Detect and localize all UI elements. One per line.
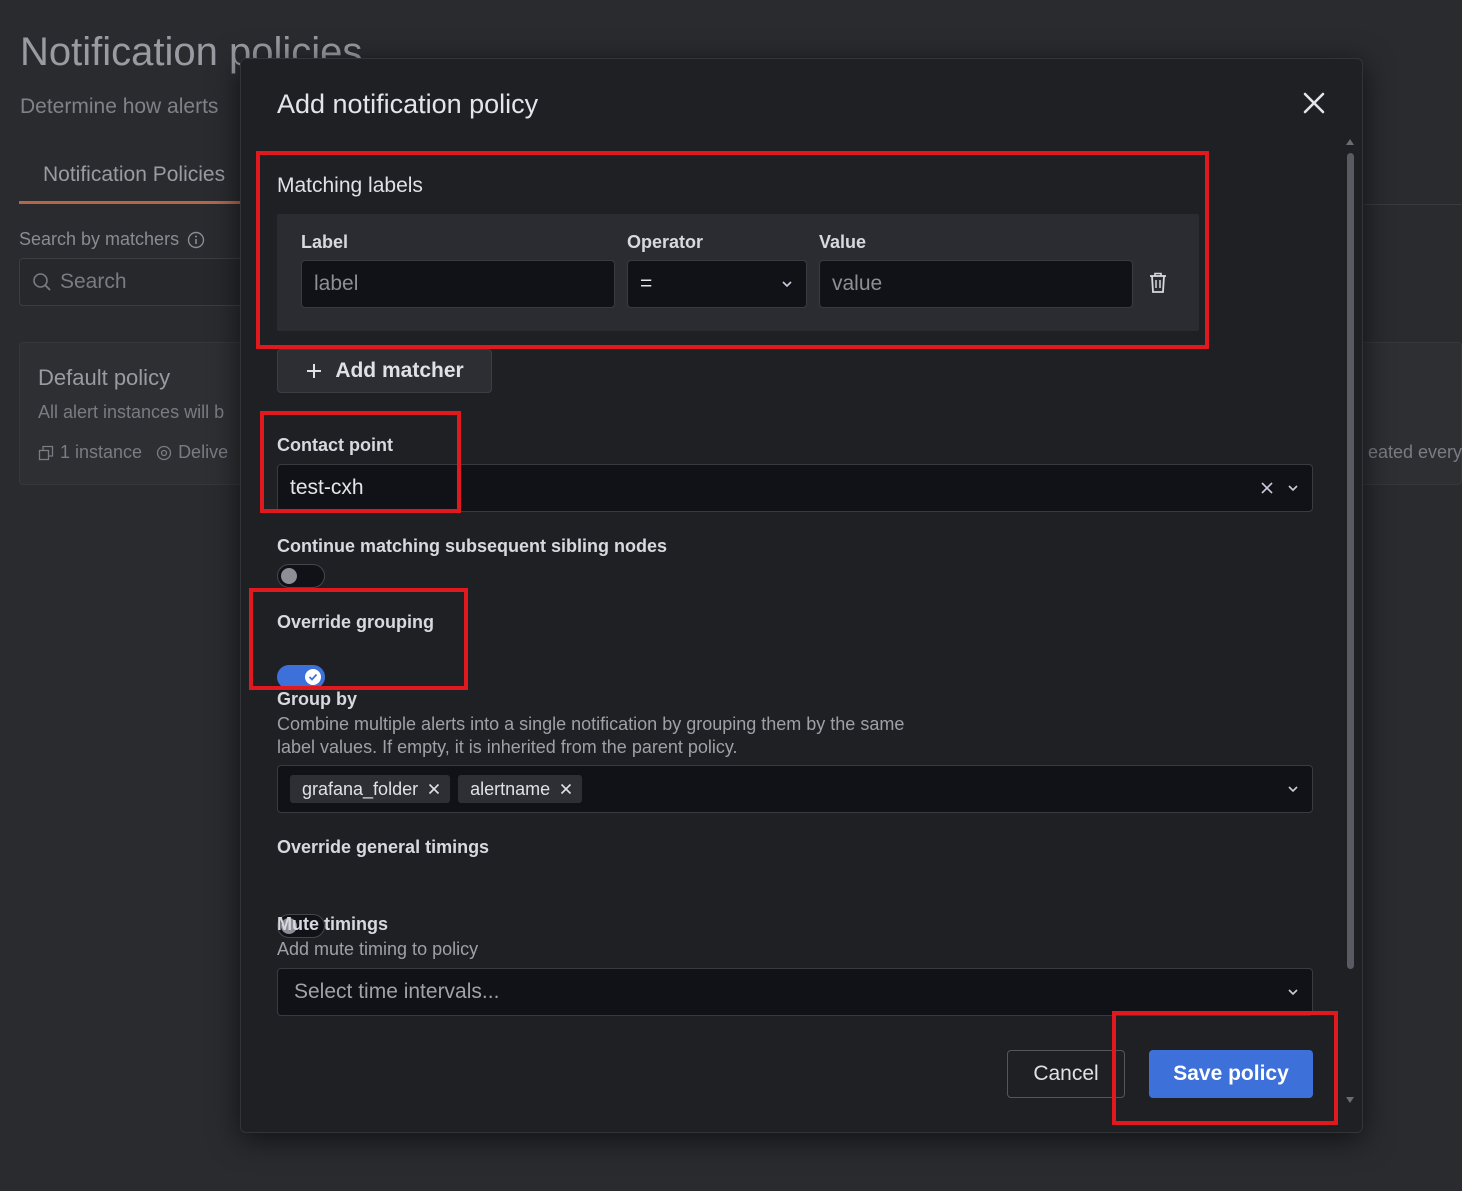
group-by-tag: alertname: [458, 775, 583, 803]
default-policy-meta: 1 instance Delive: [38, 442, 228, 463]
mute-timings-label: Mute timings: [277, 914, 388, 934]
override-grouping-label: Override grouping: [277, 612, 435, 632]
group-by-description-1: Combine multiple alerts into a single no…: [277, 714, 905, 734]
chevron-down-icon: [1288, 485, 1298, 492]
value-column-header: Value: [819, 232, 867, 252]
matching-labels-title: Matching labels: [277, 174, 423, 197]
group-by-label: Group by: [277, 689, 357, 709]
tab-notification-policies[interactable]: Notification Policies: [19, 160, 244, 204]
group-by-tags: grafana_folder alertname: [290, 775, 590, 803]
chevron-down-icon: [1288, 786, 1298, 793]
add-notification-policy-modal: Add notification policy Matching labels …: [240, 58, 1363, 1133]
chevron-down-icon: [1288, 989, 1298, 996]
matcher-value-placeholder: value: [832, 272, 883, 295]
group-by-description-2: label values. If empty, it is inherited …: [277, 737, 738, 757]
group-by-select[interactable]: grafana_folder alertname: [277, 765, 1313, 813]
default-policy-description: All alert instances will b: [38, 402, 225, 422]
matcher-label-placeholder: label: [314, 272, 359, 295]
trash-icon: [1150, 272, 1166, 293]
check-icon: [308, 673, 318, 681]
search-placeholder: Search: [60, 270, 127, 293]
clear-icon[interactable]: [1260, 481, 1274, 495]
default-policy-title: Default policy: [38, 365, 171, 390]
toggle-knob: [305, 669, 321, 685]
operator-column-header: Operator: [627, 232, 704, 252]
toggle-knob: [281, 568, 297, 584]
add-matcher-button[interactable]: Add matcher: [277, 349, 492, 393]
remove-tag-icon[interactable]: [428, 783, 440, 795]
instance-count: 1 instance: [60, 442, 143, 462]
page: Notification policies Determine how aler…: [0, 0, 1462, 1191]
scrollbar-thumb[interactable]: [1347, 153, 1354, 969]
close-button[interactable]: [1300, 89, 1328, 117]
override-timings-label: Override general timings: [277, 837, 490, 857]
remove-tag-icon[interactable]: [560, 783, 572, 795]
close-icon: [1303, 92, 1325, 114]
search-input[interactable]: Search: [19, 258, 259, 306]
label-column-header: Label: [301, 232, 349, 252]
repeat-interval-text: eated every: [1367, 442, 1462, 462]
scroll-up-arrow[interactable]: [1346, 139, 1354, 145]
continue-matching-toggle[interactable]: [277, 564, 325, 588]
matcher-label-input[interactable]: label: [301, 260, 615, 308]
mute-timings-description: Add mute timing to policy: [277, 939, 479, 959]
modal-scrollbar[interactable]: [1344, 139, 1356, 1103]
info-icon: [187, 231, 205, 248]
operator-value: =: [640, 272, 653, 295]
matcher-operator-select[interactable]: =: [627, 260, 807, 308]
contact-point-select[interactable]: test-cxh: [277, 464, 1313, 512]
cancel-button[interactable]: Cancel: [1007, 1050, 1125, 1098]
plus-icon: [307, 364, 322, 378]
contact-point-label: Contact point: [277, 435, 393, 455]
search-label: Search by matchers: [19, 229, 205, 250]
modal-title: Add notification policy: [277, 89, 539, 119]
delete-matcher-button[interactable]: [1147, 271, 1169, 295]
save-policy-button[interactable]: Save policy: [1149, 1050, 1313, 1098]
matcher-row: Label Operator Value label = value: [277, 214, 1199, 331]
page-subtitle: Determine how alerts: [20, 95, 219, 118]
mute-timings-placeholder: Select time intervals...: [294, 980, 500, 1003]
search-icon: [33, 273, 51, 291]
chevron-down-icon: [782, 281, 792, 288]
continue-matching-label: Continue matching subsequent sibling nod…: [277, 536, 668, 556]
instances-icon: [38, 445, 54, 460]
delivery-text: Delive: [178, 442, 229, 462]
scroll-down-arrow[interactable]: [1346, 1097, 1354, 1103]
at-icon: [156, 445, 172, 460]
contact-point-value: test-cxh: [290, 476, 364, 499]
override-grouping-toggle[interactable]: [277, 665, 325, 689]
matcher-value-input[interactable]: value: [819, 260, 1133, 308]
mute-timings-select[interactable]: Select time intervals...: [277, 968, 1313, 1016]
group-by-tag: grafana_folder: [290, 775, 451, 803]
add-matcher-label: Add matcher: [335, 359, 464, 382]
